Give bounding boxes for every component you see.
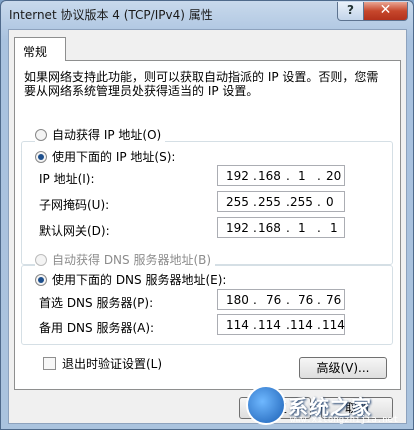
gateway-octet-2: 168 [258, 221, 281, 235]
dns2-octet-4: 114 [322, 318, 345, 332]
mask-octet-2: 255 [258, 195, 281, 209]
ip-address-label: IP 地址(I): [39, 172, 95, 186]
dot: . [317, 293, 321, 307]
default-gateway-label: 默认网关(D): [39, 224, 110, 238]
dns1-octet-1: 180 [226, 293, 249, 307]
dns2-octet-3: 114 [290, 318, 313, 332]
tab-general[interactable]: 常规 [14, 37, 66, 61]
manual-dns-label: 使用下面的 DNS 服务器地址(E): [52, 273, 227, 287]
validate-settings-checkbox[interactable]: 退出时验证设置(L) [43, 355, 162, 372]
ip-octet-2: 168 [258, 169, 281, 183]
default-gateway-field[interactable]: 192 . 168 . 1 . 1 [217, 217, 345, 238]
dns1-octet-2: 76 [266, 293, 282, 307]
dot: . [286, 293, 290, 307]
manual-ip-radio-circle[interactable] [35, 150, 47, 163]
mask-octet-1: 255 [226, 195, 249, 209]
auto-ip-label: 自动获得 IP 地址(O) [52, 128, 162, 142]
mask-octet-3: 255 [290, 195, 313, 209]
dot: . [317, 195, 321, 209]
dot: . [253, 195, 257, 209]
dot: . [253, 293, 257, 307]
dns1-octet-4: 76 [326, 293, 342, 307]
advanced-button[interactable]: 高级(V)... [299, 357, 387, 379]
auto-ip-radio[interactable]: 自动获得 IP 地址(O) [35, 126, 166, 143]
watermark-logo-icon [246, 385, 286, 425]
dot: . [317, 318, 321, 332]
gateway-octet-1: 192 [226, 221, 249, 235]
dot: . [286, 169, 290, 183]
alternate-dns-label: 备用 DNS 服务器(A): [39, 321, 155, 335]
gateway-octet-4: 1 [330, 221, 338, 235]
dns1-octet-3: 76 [298, 293, 314, 307]
help-icon: ? [347, 3, 354, 17]
ip-octet-1: 192 [226, 169, 249, 183]
close-button[interactable]: ✕ [363, 2, 408, 21]
manual-ip-label: 使用下面的 IP 地址(S): [52, 150, 176, 164]
dot: . [286, 221, 290, 235]
manual-dns-radio[interactable]: 使用下面的 DNS 服务器地址(E): [35, 271, 231, 288]
ip-octet-4: 20 [326, 169, 342, 183]
subnet-mask-label: 子网掩码(U): [39, 198, 110, 212]
title-bar[interactable]: Internet 协议版本 4 (TCP/IPv4) 属性 ? ✕ [1, 1, 413, 29]
preferred-dns-field[interactable]: 180 . 76 . 76 . 76 [217, 289, 345, 310]
dot: . [317, 221, 321, 235]
dot: . [253, 169, 257, 183]
dialog-body: 常规 如果网络支持此功能，则可以获取自动指派的 IP 设置。否则，您需要从网络系… [8, 29, 407, 424]
watermark-url: www.xitongzhijia.net [290, 415, 399, 425]
auto-ip-radio-circle[interactable] [35, 128, 47, 141]
dot: . [253, 318, 257, 332]
dns2-octet-1: 114 [226, 318, 249, 332]
dot: . [253, 221, 257, 235]
auto-dns-radio[interactable]: 自动获得 DNS 服务器地址(B) [35, 251, 216, 268]
gateway-octet-3: 1 [298, 221, 306, 235]
validate-label: 退出时验证设置(L) [62, 357, 163, 371]
ip-octet-3: 1 [298, 169, 306, 183]
manual-ip-radio[interactable]: 使用下面的 IP 地址(S): [35, 148, 180, 165]
validate-checkbox-box[interactable] [43, 357, 56, 370]
mask-octet-4: 0 [326, 195, 334, 209]
site-watermark: 系统之家 www.xitongzhijia.net [244, 379, 414, 430]
help-button[interactable]: ? [337, 2, 364, 21]
auto-dns-radio-circle[interactable] [35, 253, 47, 266]
tab-general-label: 常规 [23, 45, 48, 59]
dot: . [317, 169, 321, 183]
alternate-dns-field[interactable]: 114 . 114 . 114 . 114 [217, 314, 345, 335]
window-title: Internet 协议版本 4 (TCP/IPv4) 属性 [9, 8, 213, 22]
auto-dns-label: 自动获得 DNS 服务器地址(B) [52, 253, 212, 267]
preferred-dns-label: 首选 DNS 服务器(P): [39, 296, 154, 310]
dns2-octet-2: 114 [258, 318, 281, 332]
subnet-mask-field[interactable]: 255 . 255 . 255 . 0 [217, 191, 345, 212]
dialog-window: Internet 协议版本 4 (TCP/IPv4) 属性 ? ✕ 常规 如果网… [0, 0, 414, 430]
close-icon: ✕ [379, 2, 392, 18]
description-text: 如果网络支持此功能，则可以获取自动指派的 IP 设置。否则，您需要从网络系统管理… [24, 70, 379, 98]
ip-address-field[interactable]: 192 . 168 . 1 . 20 [217, 165, 345, 186]
manual-dns-radio-circle[interactable] [35, 273, 47, 286]
